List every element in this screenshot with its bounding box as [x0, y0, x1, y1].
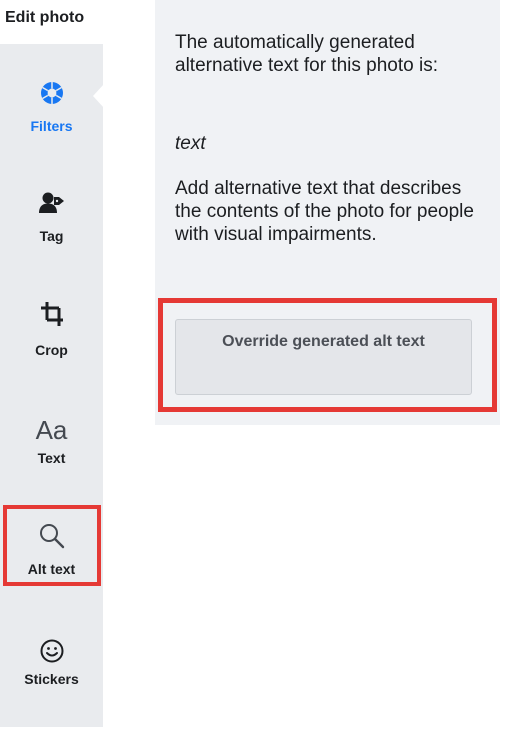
alt-text-instructions: Add alternative text that describes the …	[175, 178, 474, 245]
smiley-icon	[0, 636, 103, 666]
sidebar-item-tag[interactable]: Tag	[0, 182, 103, 282]
sidebar-item-label: Crop	[35, 342, 68, 358]
sidebar-item-crop[interactable]: Crop	[0, 292, 103, 392]
header: Edit photo	[0, 0, 113, 44]
generated-alt-value: text	[175, 133, 206, 154]
filters-icon	[0, 78, 103, 108]
crop-icon	[0, 298, 103, 330]
sidebar-item-text[interactable]: Aa Text	[0, 412, 103, 512]
sidebar-item-label: Text	[37, 450, 66, 466]
override-button-label: Override generated alt text	[222, 333, 425, 350]
sidebar-item-label: Tag	[39, 228, 64, 244]
sidebar-item-stickers[interactable]: Stickers	[0, 632, 103, 732]
text-aa-icon: Aa	[35, 415, 68, 445]
override-generated-alt-text-button[interactable]: Override generated alt text	[175, 319, 472, 395]
page-title: Edit photo	[5, 9, 85, 26]
sidebar-item-label: Filters	[30, 118, 73, 134]
alt-text-highlight-box	[3, 505, 101, 586]
active-item-pointer	[93, 84, 104, 108]
generated-alt-intro: The automatically generated alternative …	[175, 32, 438, 76]
tag-person-icon	[0, 188, 103, 218]
sidebar-item-label: Stickers	[24, 671, 79, 687]
sidebar-item-filters[interactable]: Filters	[0, 72, 103, 172]
